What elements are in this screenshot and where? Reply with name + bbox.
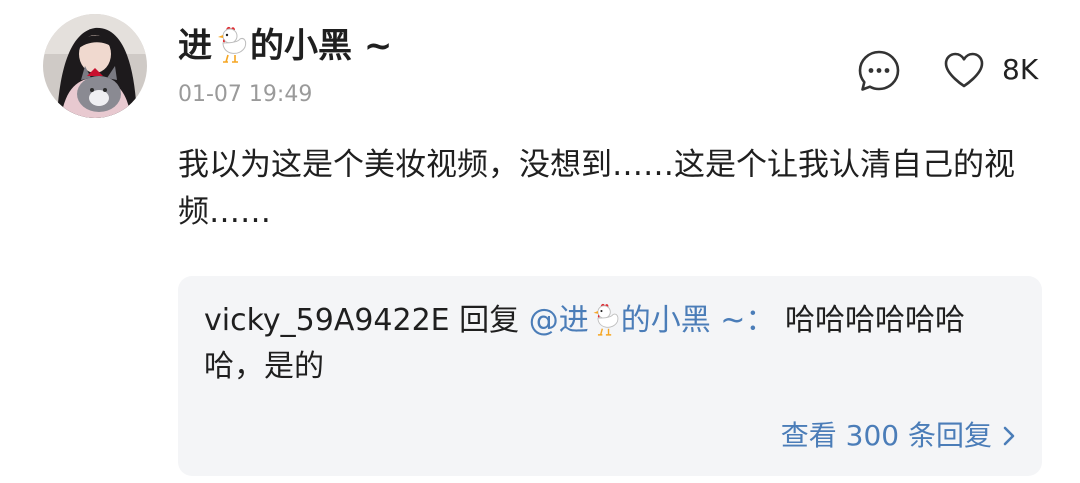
comment-button[interactable] [856, 48, 902, 94]
comment-bubble-icon [858, 50, 900, 91]
comment-body: 我以为这是个美妆视频，没想到……这是个让我认清自己的视频…… [178, 147, 1015, 230]
username[interactable]: 进 的小黑 ~ [178, 24, 392, 68]
heart-outline-icon [944, 52, 984, 88]
mention-prefix: @进 [528, 303, 589, 338]
username-suffix: 的小黑 ~ [250, 26, 393, 66]
view-replies-label: 查看 300 条回复 [780, 419, 992, 452]
mention-suffix: 的小黑 ~： [620, 303, 776, 338]
avatar[interactable] [43, 14, 147, 118]
username-prefix: 进 [178, 26, 212, 66]
view-replies-link[interactable]: 查看 300 条回复 [781, 416, 1016, 456]
reply-mention[interactable]: @进 的小黑 ~： [529, 303, 776, 338]
reply-verb: 回复 [449, 303, 529, 338]
reply-preview[interactable]: vicky_59A9422E 回复 @进 的小黑 ~： 哈哈哈哈哈哈哈，是的 查… [178, 276, 1042, 476]
chicken-emoji-icon [590, 302, 620, 336]
chicken-emoji-icon [214, 25, 248, 63]
like-button[interactable] [942, 50, 986, 90]
comment-timestamp: 01-07 19:49 [178, 82, 313, 107]
reply-author[interactable]: vicky_59A9422E [204, 303, 450, 338]
like-count: 8K [1002, 53, 1039, 86]
reply-content: vicky_59A9422E 回复 @进 的小黑 ~： 哈哈哈哈哈哈哈，是的 [204, 298, 1024, 390]
chevron-right-icon [1002, 417, 1016, 446]
